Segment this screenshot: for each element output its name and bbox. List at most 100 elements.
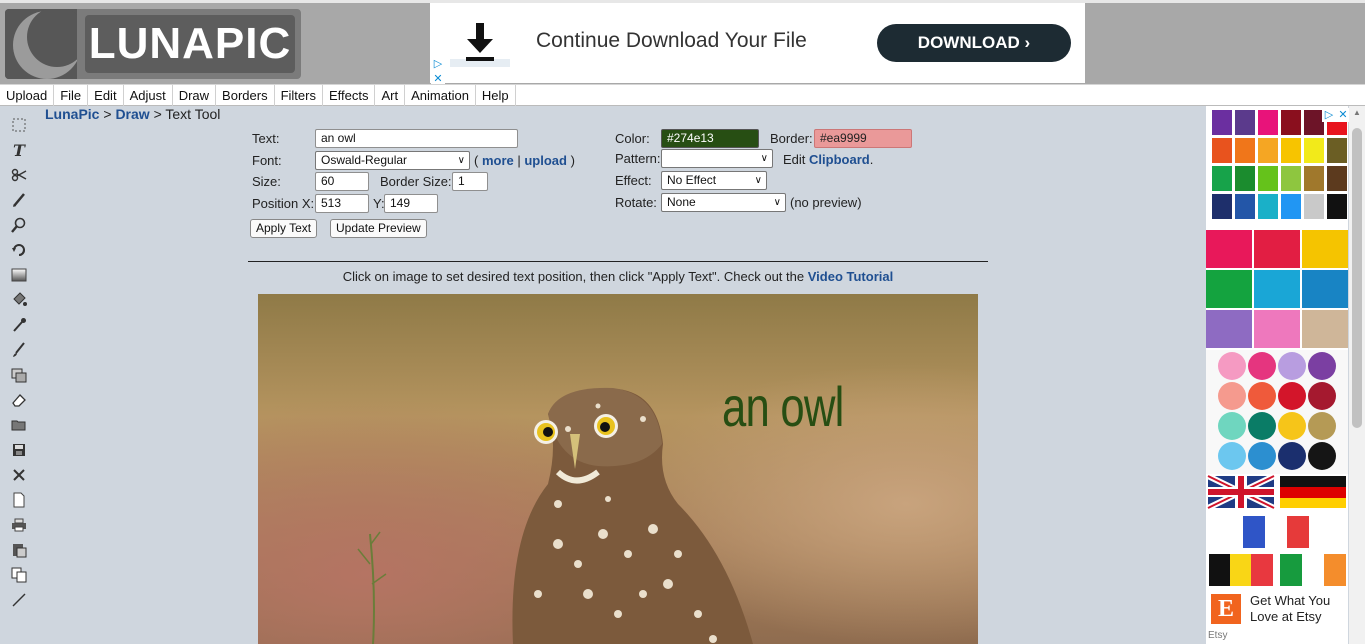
top-ad-banner[interactable]: Continue Download Your File DOWNLOAD › ▷… [430, 3, 1085, 86]
image-canvas[interactable]: an owl [258, 294, 978, 644]
owl-photo [258, 294, 978, 644]
etsy-ad[interactable]: E Get What You Love at Etsy Etsy [1206, 590, 1348, 644]
open-folder-icon[interactable] [8, 412, 30, 437]
lunapic-logo[interactable]: LUNAPIC [5, 9, 301, 79]
swatch [1212, 194, 1232, 219]
fabric-swatch [1206, 310, 1252, 348]
belgium-flag [1209, 554, 1273, 586]
text-input[interactable]: an owl [315, 129, 518, 148]
scrollbar-thumb[interactable] [1352, 128, 1362, 428]
size-label: Size: [252, 174, 281, 189]
logo-text: LUNAPIC [85, 15, 295, 73]
download-icon [450, 21, 510, 67]
font-links: ( more | upload ) [474, 153, 575, 168]
flag-grid [1206, 473, 1348, 591]
line-icon[interactable] [8, 587, 30, 612]
close-icon[interactable] [8, 462, 30, 487]
close-ad-icon[interactable]: ✕ [1336, 108, 1350, 122]
swatch [1304, 110, 1324, 135]
pompom [1278, 352, 1306, 380]
border-label: Border: [770, 131, 813, 146]
menu-art[interactable]: Art [375, 85, 406, 106]
rotate-select[interactable]: None ∨ [661, 193, 786, 212]
pompom [1278, 412, 1306, 440]
etsy-ad-text: Get What You Love at Etsy [1250, 593, 1331, 624]
menu-help[interactable]: Help [476, 85, 516, 106]
position-y-label: Y: [373, 196, 385, 211]
breadcrumb-sep-1: > [103, 106, 112, 122]
pencil-icon[interactable] [8, 187, 30, 212]
layers-icon[interactable] [8, 362, 30, 387]
copy-icon[interactable] [8, 562, 30, 587]
paint-bucket-icon[interactable] [8, 287, 30, 312]
print-icon[interactable] [8, 512, 30, 537]
menu-draw[interactable]: Draw [173, 85, 217, 106]
zoom-icon[interactable] [8, 212, 30, 237]
position-y-input[interactable]: 149 [384, 194, 438, 213]
more-fonts-link[interactable]: more [482, 153, 514, 168]
page-scrollbar[interactable]: ▲ [1349, 106, 1365, 644]
pompom [1248, 382, 1276, 410]
menu-effects[interactable]: Effects [323, 85, 376, 106]
save-icon[interactable] [8, 437, 30, 462]
fabric-swatch [1206, 230, 1252, 268]
position-x-input[interactable]: 513 [315, 194, 369, 213]
moon-icon [5, 9, 77, 79]
menu-animation[interactable]: Animation [405, 85, 476, 106]
menu-filters[interactable]: Filters [275, 85, 323, 106]
font-select[interactable]: Oswald-Regular ∨ [315, 151, 470, 170]
pattern-select[interactable]: ∨ [661, 149, 773, 168]
new-page-icon[interactable] [8, 487, 30, 512]
swatch [1327, 166, 1347, 191]
apply-text-button[interactable]: Apply Text [250, 219, 318, 238]
breadcrumb-home[interactable]: LunaPic [45, 106, 99, 122]
menu-file[interactable]: File [54, 85, 89, 106]
swatch [1304, 166, 1324, 191]
border-color-input[interactable]: #ea9999 [814, 129, 912, 148]
menu-edit[interactable]: Edit [88, 85, 124, 106]
rotate-label: Rotate: [615, 195, 657, 210]
rotate-icon[interactable] [8, 237, 30, 262]
download-button[interactable]: DOWNLOAD › [877, 24, 1071, 62]
fabric-swatch [1302, 310, 1348, 348]
clipboard-link[interactable]: Clipboard [809, 152, 870, 167]
adchoices-icon[interactable]: ▷ [431, 57, 445, 71]
text-icon[interactable]: T [8, 137, 30, 162]
color-input[interactable]: #274e13 [661, 129, 759, 148]
upload-font-link[interactable]: upload [524, 153, 567, 168]
scissors-icon[interactable] [8, 162, 30, 187]
swatch [1258, 194, 1278, 219]
adchoices-icon[interactable]: ▷ [1322, 108, 1336, 122]
gradient-icon[interactable] [8, 262, 30, 287]
etsy-brand: Etsy [1208, 630, 1228, 641]
menu-borders[interactable]: Borders [216, 85, 275, 106]
select-icon[interactable] [8, 112, 30, 137]
swatch [1327, 138, 1347, 163]
pompom-grid [1206, 350, 1348, 474]
uk-flag [1206, 473, 1276, 511]
paste-icon[interactable] [8, 537, 30, 562]
effect-select[interactable]: No Effect ∨ [661, 171, 767, 190]
swatch [1281, 166, 1301, 191]
no-preview-note: (no preview) [790, 195, 862, 210]
menu-upload[interactable]: Upload [0, 85, 55, 106]
eyedropper-icon[interactable] [8, 312, 30, 337]
border-size-label: Border Size: [380, 174, 452, 189]
breadcrumb-current: Text Tool [165, 106, 221, 122]
breadcrumb-draw[interactable]: Draw [115, 106, 149, 122]
swatch [1235, 110, 1255, 135]
fabric-swatch [1206, 270, 1252, 308]
breadcrumb: LunaPic > Draw > Text Tool [45, 106, 220, 122]
pompom [1218, 352, 1246, 380]
brush-icon[interactable] [8, 337, 30, 362]
size-input[interactable]: 60 [315, 172, 369, 191]
video-tutorial-link[interactable]: Video Tutorial [808, 269, 893, 284]
pompom [1218, 412, 1246, 440]
side-ad[interactable]: ▷ ✕ E Get What You Love at Etsy Etsy [1206, 106, 1350, 644]
eraser-icon[interactable] [8, 387, 30, 412]
border-size-input[interactable]: 1 [452, 172, 488, 191]
swatch [1304, 194, 1324, 219]
update-preview-button[interactable]: Update Preview [330, 219, 427, 238]
menu-adjust[interactable]: Adjust [124, 85, 173, 106]
scroll-up-icon[interactable]: ▲ [1349, 108, 1365, 117]
